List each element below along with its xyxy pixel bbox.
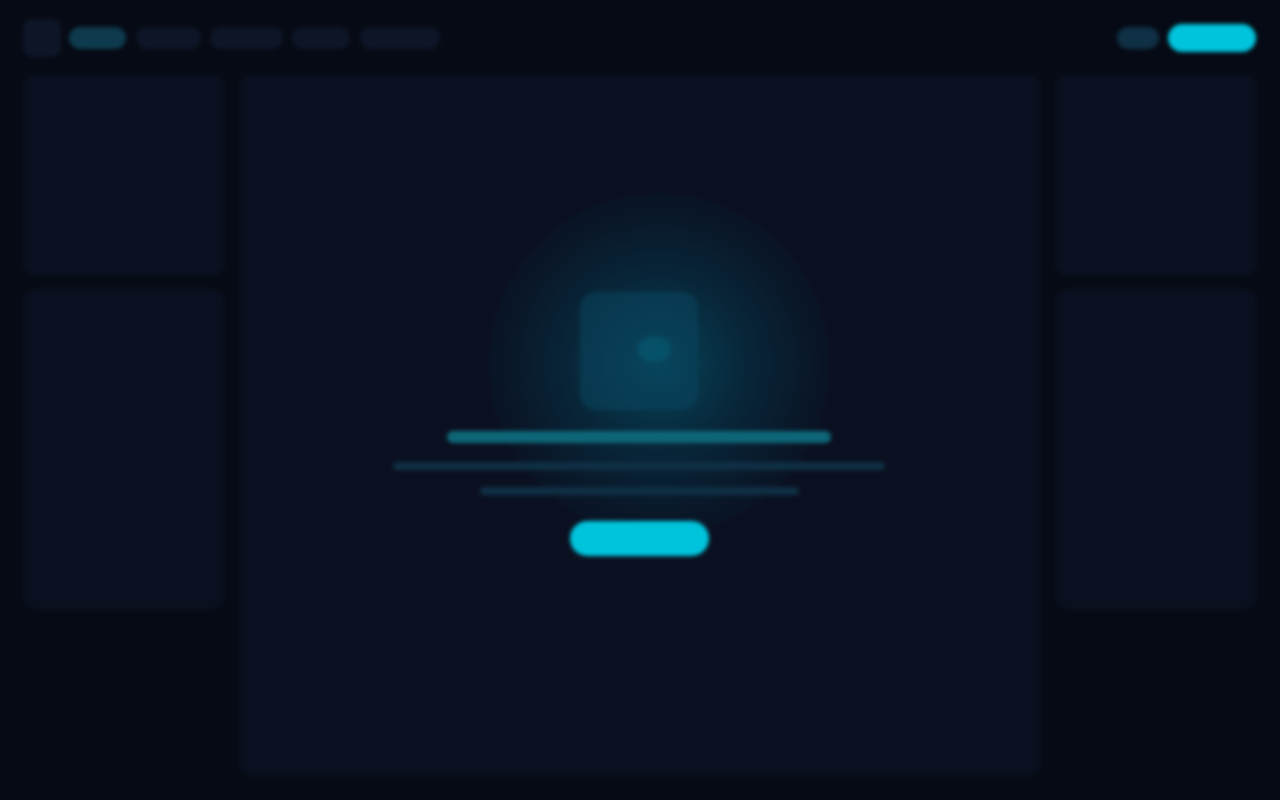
secondary-action-button[interactable]	[1117, 27, 1159, 49]
app-logo-icon[interactable]	[23, 19, 61, 57]
nav-tab-3[interactable]	[210, 27, 283, 49]
empty-state-description-skeleton-line-1	[393, 462, 885, 470]
top-bar	[0, 0, 1280, 74]
nav-tab-1-active[interactable]	[69, 27, 126, 49]
nav-tab-2[interactable]	[136, 27, 201, 49]
empty-state-title-skeleton	[447, 431, 831, 443]
nav-tab-5[interactable]	[360, 27, 440, 49]
placeholder-icon-center	[637, 336, 671, 362]
app-window	[0, 0, 1280, 800]
empty-state-description-skeleton-line-2	[480, 487, 799, 495]
nav-tab-4[interactable]	[292, 27, 350, 49]
main-content-panel	[239, 74, 1041, 776]
right-sidebar-card-bottom	[1055, 289, 1257, 610]
left-sidebar-card-top	[23, 74, 225, 276]
left-sidebar-card-bottom	[23, 289, 225, 610]
empty-state-cta-button[interactable]	[570, 521, 709, 556]
right-sidebar-card-top	[1055, 74, 1257, 276]
primary-action-button[interactable]	[1168, 24, 1256, 52]
